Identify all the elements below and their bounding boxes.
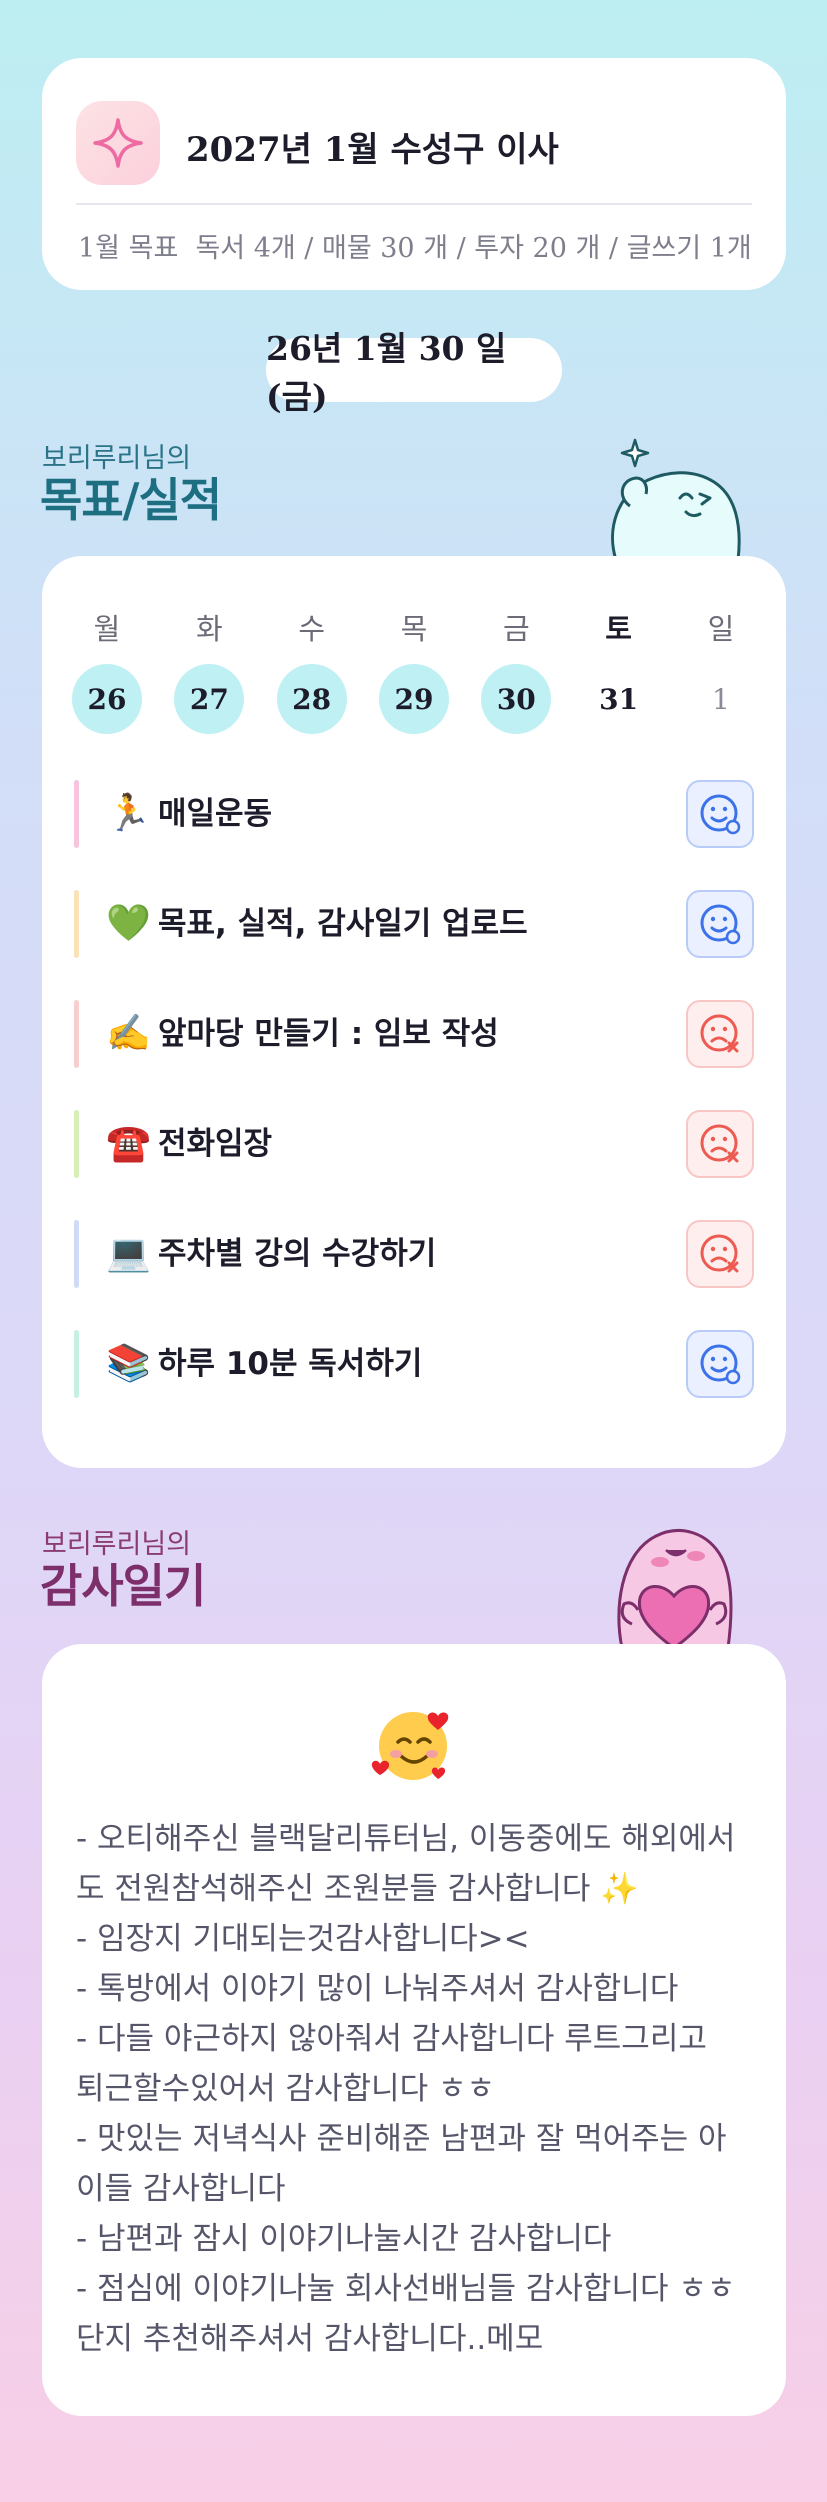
day-future[interactable]: 1 [686, 664, 756, 734]
task-accent-bar [74, 1000, 79, 1068]
day-completed[interactable]: 26 [72, 664, 142, 734]
date-row: 26 27 28 29 30 31 1 [72, 664, 756, 734]
goal-card: 2027년 1월 수성구 이사 1월 목표 독서 4개 / 매물 30 개 / … [42, 58, 786, 290]
performance-title: 목표/실적 [40, 473, 222, 527]
heart-mascot-illustration [617, 1529, 733, 1648]
weekday-label: 일 [707, 612, 735, 646]
gratitude-line: - 점심에 이야기나눌 회사선배님들 감사합니다 ㅎㅎ [76, 2271, 736, 2307]
task-label: 앞마당 만들기 : 임보 작성 [158, 1016, 499, 1052]
performance-card: 월 화 수 목 금 토 일 26 27 28 29 30 31 1 🏃 매일운동… [42, 556, 786, 1468]
weekday-row: 월 화 수 목 금 토 일 [72, 606, 756, 648]
task-accent-bar [74, 1220, 79, 1288]
task-row: ✍️ 앞마당 만들기 : 임보 작성 [74, 1000, 754, 1068]
gratitude-line: - 톡방에서 이야기 많이 나눠주셔서 감사합니다 [76, 1971, 679, 2007]
gratitude-line: - 남편과 잠시 이야기나눌시간 감사합니다 [76, 2221, 612, 2257]
weekday-label: 월 [93, 612, 121, 646]
gratitude-line: - 다들 야근하지 않아줘서 감사합니다 루트그리고 [76, 2021, 707, 2057]
gratitude-line: 퇴근할수있어서 감사합니다 ㅎㅎ [76, 2071, 495, 2107]
frown-status-icon[interactable] [686, 1110, 754, 1178]
gratitude-line: 이들 감사합니다 [76, 2171, 286, 2207]
gratitude-line: 도 전원참석해주신 조원분들 감사합니다 ✨ [76, 1871, 639, 1907]
task-accent-bar [74, 890, 79, 958]
frown-status-icon[interactable] [686, 1220, 754, 1288]
gratitude-card: - 오티해주신 블랙달리튜터님, 이동중에도 해외에서 도 전원참석해주신 조원… [42, 1644, 786, 2416]
task-row: 💚 목표, 실적, 감사일기 업로드 [74, 890, 754, 958]
day-completed[interactable]: 29 [378, 664, 449, 734]
day-today[interactable]: 31 [584, 664, 654, 734]
monthly-goals: 1월 목표 독서 4개 / 매물 30 개 / 투자 20 개 / 글쓰기 1개 [78, 233, 752, 264]
task-row: 📚 하루 10분 독서하기 [74, 1330, 754, 1398]
task-label: 주차별 강의 수강하기 [158, 1236, 437, 1272]
weekday-label: 금 [502, 612, 530, 646]
task-accent-bar [74, 1330, 79, 1398]
task-label: 하루 10분 독서하기 [158, 1346, 423, 1382]
smile-status-icon[interactable] [686, 1330, 754, 1398]
smile-status-icon[interactable] [686, 780, 754, 848]
ghost-mascot-illustration [611, 438, 741, 560]
task-row: 💻 주차별 강의 수강하기 [74, 1220, 754, 1288]
gratitude-line: 단지 추천해주셔서 감사합니다..메모 [76, 2321, 544, 2357]
telephone-icon: ☎️ [106, 1123, 151, 1164]
laptop-icon: 💻 [106, 1233, 151, 1274]
task-label: 목표, 실적, 감사일기 업로드 [158, 906, 528, 942]
task-row: ☎️ 전화임장 [74, 1110, 754, 1178]
gratitude-line: - 맛있는 저녁식사 준비해준 남편과 잘 먹어주는 아 [76, 2121, 727, 2157]
weekday-label: 수 [298, 612, 325, 646]
green-heart-icon: 💚 [106, 903, 151, 944]
weekday-label-today: 토 [605, 612, 632, 646]
frown-status-icon[interactable] [686, 1000, 754, 1068]
goal-title: 2027년 1월 수성구 이사 [186, 130, 559, 170]
gratitude-line: - 임장지 기대되는것감사합니다>< [76, 1921, 530, 1957]
gratitude-text: - 오티해주신 블랙달리튜터님, 이동중에도 해외에서 도 전원참석해주신 조원… [76, 1814, 766, 2364]
writing-hand-icon: ✍️ [106, 1013, 151, 1054]
books-icon: 📚 [106, 1343, 151, 1384]
sparkle-icon [76, 101, 160, 185]
task-row: 🏃 매일운동 [74, 780, 754, 848]
day-completed[interactable]: 27 [174, 664, 245, 734]
task-label: 매일운동 [158, 796, 273, 832]
task-accent-bar [74, 780, 79, 848]
smiling-face-with-hearts-icon [371, 1712, 449, 1780]
day-completed[interactable]: 28 [276, 664, 347, 734]
day-completed[interactable]: 30 [481, 664, 552, 734]
divider [76, 203, 752, 205]
gratitude-line: - 오티해주신 블랙달리튜터님, 이동중에도 해외에서 [76, 1821, 736, 1857]
date-pill: 26년 1월 30 일(금) [266, 329, 562, 416]
running-icon: 🏃 [106, 793, 151, 834]
weekday-label: 목 [400, 612, 428, 646]
task-label: 전화임장 [158, 1126, 273, 1162]
task-accent-bar [74, 1110, 79, 1178]
weekday-label: 화 [195, 612, 223, 646]
smile-status-icon[interactable] [686, 890, 754, 958]
gratitude-title: 감사일기 [40, 1559, 206, 1613]
